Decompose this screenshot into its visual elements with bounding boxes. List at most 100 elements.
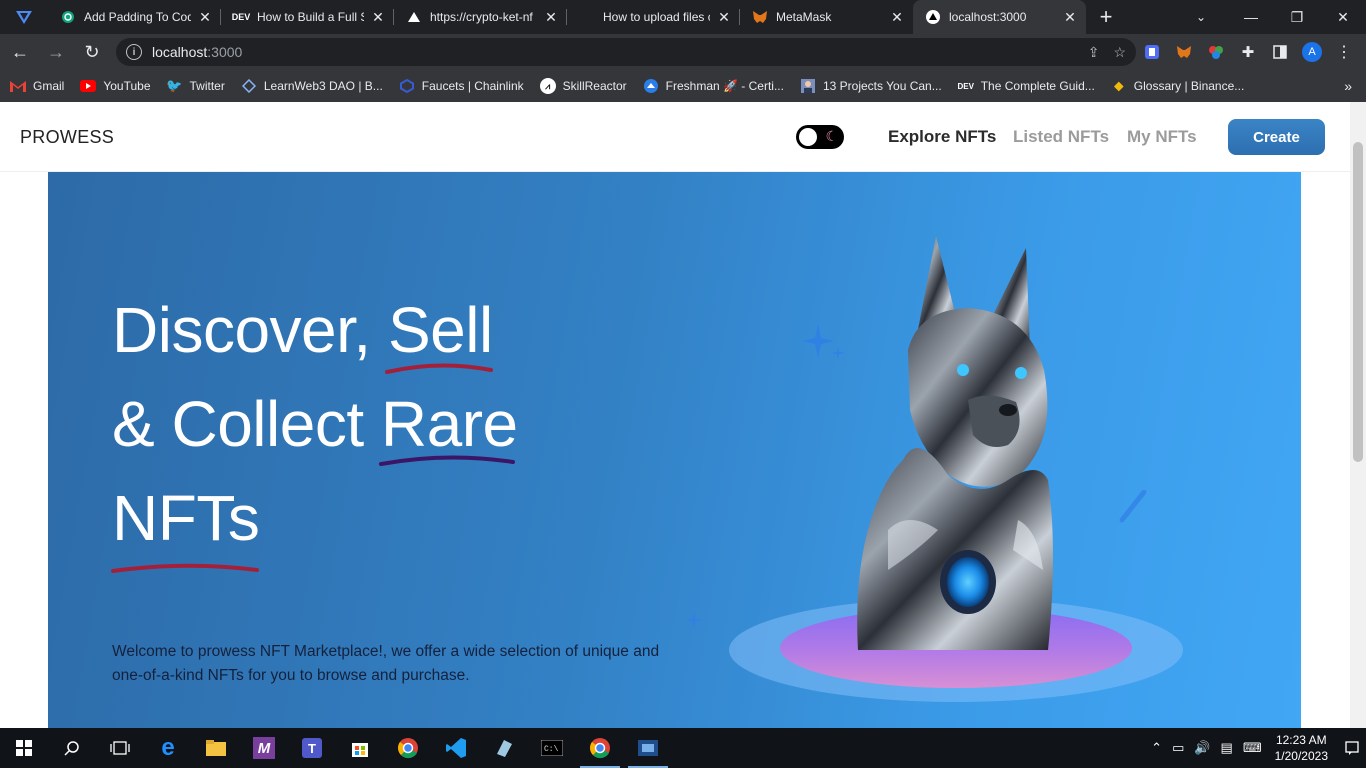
show-hidden-icons-icon[interactable]: ⌃ <box>1151 740 1162 756</box>
theme-toggle[interactable]: ☾ <box>796 125 844 149</box>
minimize-icon[interactable]: — <box>1228 0 1274 34</box>
keyboard-icon[interactable]: ⌨ <box>1243 740 1262 756</box>
search-icon[interactable] <box>48 728 96 768</box>
new-tab-button[interactable]: + <box>1086 0 1126 34</box>
browser-tab[interactable]: Add Padding To Cod ✕ <box>48 0 221 34</box>
hero-headline-line-2: & Collect Rare <box>112 388 518 460</box>
metamask-icon <box>752 9 768 25</box>
close-icon[interactable]: ✕ <box>716 9 732 26</box>
create-button[interactable]: Create <box>1228 119 1325 155</box>
bookmark-skillreactor[interactable]: ⩘ SkillReactor <box>539 78 627 94</box>
m-app-icon[interactable]: M <box>240 728 288 768</box>
blank-icon <box>579 9 595 25</box>
terminal-icon[interactable]: C:\ <box>528 728 576 768</box>
chainlink-icon <box>399 78 415 94</box>
browser-tab[interactable]: DEV How to Build a Full St ✕ <box>221 0 394 34</box>
browser-tab[interactable]: https://crypto-ket-nf ✕ <box>394 0 567 34</box>
restore-icon[interactable]: ❐ <box>1274 0 1320 34</box>
teams-icon[interactable]: T <box>288 728 336 768</box>
skillreactor-icon: ⩘ <box>539 78 556 94</box>
back-arrow-icon[interactable]: ← <box>4 36 36 68</box>
dev-icon: DEV <box>957 81 974 91</box>
volume-icon[interactable]: 🔊 <box>1194 740 1210 756</box>
bookmark-youtube[interactable]: YouTube <box>80 78 151 94</box>
browser-menu-dots-icon[interactable]: ⋮ <box>1328 36 1360 68</box>
close-icon[interactable]: ✕ <box>543 9 559 26</box>
bookmark-star-icon[interactable]: ☆ <box>1113 44 1126 61</box>
scrollbar-thumb[interactable] <box>1353 142 1363 462</box>
extension-bookmark-icon[interactable] <box>1136 36 1168 68</box>
color-extension-icon[interactable] <box>1200 36 1232 68</box>
close-icon[interactable]: ✕ <box>1062 9 1078 26</box>
forward-arrow-icon[interactable]: → <box>40 36 72 68</box>
youtube-icon <box>80 78 97 94</box>
svg-text:C:\: C:\ <box>544 745 559 754</box>
browser-tab[interactable]: MetaMask ✕ <box>740 0 913 34</box>
bookmark-twitter[interactable]: 🐦 Twitter <box>166 78 224 94</box>
browser-tab-strip: Add Padding To Cod ✕ DEV How to Build a … <box>0 0 1366 34</box>
browser-menu-icon[interactable] <box>0 0 48 34</box>
bookmark-binance-glossary[interactable]: ⬥ Glossary | Binance... <box>1111 78 1244 94</box>
bookmark-gmail[interactable]: Gmail <box>10 78 64 94</box>
browser-tab[interactable]: How to upload files c ✕ <box>567 0 740 34</box>
screen-recorder-icon[interactable] <box>624 728 672 768</box>
vercel-icon <box>925 9 941 25</box>
hero-word-rare: Rare <box>380 388 518 460</box>
more-bookmarks-icon[interactable]: » <box>1344 78 1352 94</box>
task-view-icon[interactable] <box>96 728 144 768</box>
profile-avatar[interactable]: A <box>1296 36 1328 68</box>
page-scrollbar[interactable] <box>1350 102 1366 728</box>
tab-title: MetaMask <box>776 10 832 24</box>
bookmark-13-projects[interactable]: 13 Projects You Can... <box>800 78 942 94</box>
side-panel-icon[interactable] <box>1264 36 1296 68</box>
network-icon[interactable]: ▭ <box>1172 740 1184 756</box>
chrome-profile-icon[interactable] <box>576 728 624 768</box>
tab-title: Add Padding To Cod <box>84 10 191 24</box>
learnweb3-icon <box>241 78 257 94</box>
browser-toolbar: ← → ↻ i localhost:3000 ⇪ ☆ ✚ A ⋮ <box>0 34 1366 70</box>
metamask-extension-icon[interactable] <box>1168 36 1200 68</box>
rare-underline <box>379 455 515 466</box>
window-close-icon[interactable]: ✕ <box>1320 0 1366 34</box>
close-icon[interactable]: ✕ <box>889 9 905 26</box>
store-icon[interactable] <box>336 728 384 768</box>
browser-tab-active[interactable]: localhost:3000 ✕ <box>913 0 1086 34</box>
tab-title: https://crypto-ket-nf <box>430 10 533 24</box>
notes-app-icon[interactable] <box>480 728 528 768</box>
sparkle-icon <box>802 324 845 360</box>
bookmark-freshman[interactable]: Freshman 🚀 - Certi... <box>643 78 784 94</box>
notifications-icon[interactable] <box>1338 728 1366 768</box>
freshman-icon <box>643 78 659 94</box>
hero-description: Welcome to prowess NFT Marketplace!, we … <box>112 643 660 684</box>
hero-headline-line-3: NFTs <box>112 482 260 554</box>
sell-underline <box>385 363 493 374</box>
file-explorer-icon[interactable] <box>192 728 240 768</box>
vscode-icon[interactable] <box>432 728 480 768</box>
bookmark-chainlink[interactable]: Faucets | Chainlink <box>399 78 524 94</box>
close-icon[interactable]: ✕ <box>197 9 213 26</box>
site-info-icon[interactable]: i <box>126 44 142 60</box>
edge-icon[interactable]: e <box>144 728 192 768</box>
twitter-bird-icon: 🐦 <box>166 78 183 93</box>
site-navbar: PROWESS ☾ Explore NFTs Listed NFTs My NF… <box>0 102 1350 172</box>
system-clock[interactable]: 12:23 AM 1/20/2023 <box>1275 732 1328 764</box>
window-controls: — ❐ ✕ <box>1228 0 1366 34</box>
bookmark-complete-guide[interactable]: DEV The Complete Guid... <box>958 78 1095 94</box>
tab-title: localhost:3000 <box>949 10 1027 24</box>
nav-explore-nfts[interactable]: Explore NFTs <box>888 127 996 147</box>
share-icon[interactable]: ⇪ <box>1088 44 1100 61</box>
close-icon[interactable]: ✕ <box>370 9 386 26</box>
language-icon[interactable]: ▤ <box>1221 740 1233 756</box>
address-bar[interactable]: i localhost:3000 ⇪ ☆ <box>116 38 1136 66</box>
bookmark-learnweb3[interactable]: LearnWeb3 DAO | B... <box>241 78 383 94</box>
nav-my-nfts[interactable]: My NFTs <box>1127 127 1197 147</box>
tab-search-chevron-icon[interactable]: ⌄ <box>1186 0 1216 34</box>
brand-logo[interactable]: PROWESS <box>20 127 114 148</box>
extensions-puzzle-icon[interactable]: ✚ <box>1232 36 1264 68</box>
nav-listed-nfts[interactable]: Listed NFTs <box>1013 127 1109 147</box>
reload-icon[interactable]: ↻ <box>76 36 108 68</box>
tab-title: How to Build a Full St <box>257 10 364 24</box>
chrome-icon[interactable] <box>384 728 432 768</box>
windows-start-icon[interactable] <box>0 728 48 768</box>
sparkle-icon <box>1119 490 1147 523</box>
